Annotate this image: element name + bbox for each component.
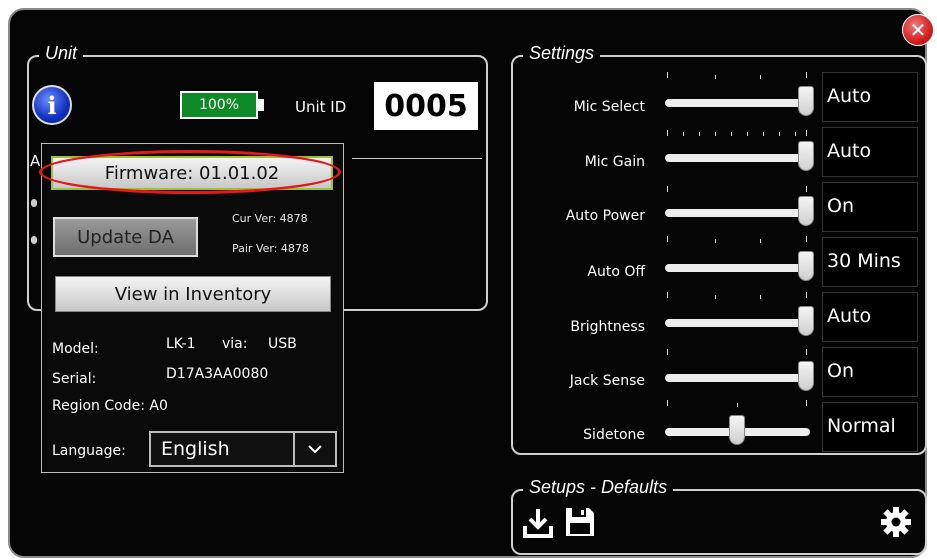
slider-tick xyxy=(806,130,807,136)
slider-tick xyxy=(667,130,668,136)
slider-tick xyxy=(737,403,738,407)
device-info-popup: Firmware: 01.01.02 Update DA Cur Ver: 48… xyxy=(39,143,344,473)
auto-power-label: Auto Power xyxy=(565,208,645,224)
pair-version-label: Pair Ver: 4878 xyxy=(232,242,309,255)
slider-tick xyxy=(806,186,807,192)
mic-gain-label: Mic Gain xyxy=(584,154,645,170)
slider-tick xyxy=(747,132,748,136)
sidetone-label: Sidetone xyxy=(583,427,645,443)
language-select[interactable]: English xyxy=(149,431,337,467)
model-value: LK-1 xyxy=(166,336,196,352)
unit-id-value: 0005 xyxy=(374,82,478,130)
language-label: Language: xyxy=(52,443,126,459)
slider-tick xyxy=(715,132,716,136)
unit-hidden-dot xyxy=(31,199,37,207)
serial-value: D17A3AA0080 xyxy=(166,366,269,382)
update-da-button[interactable]: Update DA xyxy=(53,217,198,257)
slider-tick xyxy=(760,75,761,79)
slider-tick xyxy=(683,132,684,136)
unit-hidden-dot xyxy=(31,236,37,244)
mic-gain-value: Auto xyxy=(822,127,918,177)
auto-off-label: Auto Off xyxy=(587,264,645,280)
info-icon[interactable]: i xyxy=(32,85,72,125)
slider-tick xyxy=(715,75,716,79)
close-icon[interactable]: ✕ xyxy=(902,14,934,46)
brightness-slider[interactable] xyxy=(665,319,810,327)
mic-select-slider[interactable] xyxy=(665,99,810,107)
jack-sense-slider-thumb[interactable] xyxy=(798,361,814,391)
slider-tick xyxy=(760,239,761,243)
unit-id-label: Unit ID xyxy=(295,98,347,116)
slider-tick xyxy=(667,72,668,78)
gear-icon[interactable] xyxy=(880,506,912,542)
battery-indicator: 100% xyxy=(180,91,258,119)
slider-tick xyxy=(806,349,807,355)
sidetone-value: Normal xyxy=(822,402,918,452)
slider-tick xyxy=(699,132,700,136)
model-label: Model: xyxy=(52,341,99,357)
language-value: English xyxy=(161,438,230,460)
chevron-down-icon[interactable] xyxy=(293,433,335,465)
firmware-button[interactable]: Firmware: 01.01.02 xyxy=(51,156,333,190)
view-inventory-button[interactable]: View in Inventory xyxy=(55,276,331,312)
slider-tick xyxy=(667,292,668,298)
slider-tick xyxy=(779,132,780,136)
slider-tick xyxy=(667,400,668,406)
slider-tick xyxy=(667,349,668,355)
brightness-slider-thumb[interactable] xyxy=(798,306,814,336)
slider-tick xyxy=(806,400,807,406)
brightness-value: Auto xyxy=(822,292,918,342)
mic-gain-slider-thumb[interactable] xyxy=(798,141,814,171)
slider-tick xyxy=(795,132,796,136)
via-label: via: xyxy=(222,336,248,352)
slider-tick xyxy=(715,295,716,299)
auto-power-slider-thumb[interactable] xyxy=(798,196,814,226)
slider-tick xyxy=(763,132,764,136)
region-code: Region Code: A0 xyxy=(52,398,168,414)
auto-power-value: On xyxy=(822,182,918,232)
serial-label: Serial: xyxy=(52,371,97,387)
settings-group-title: Settings xyxy=(523,43,601,64)
sidetone-slider-thumb[interactable] xyxy=(729,415,745,445)
slider-tick xyxy=(760,295,761,299)
slider-tick xyxy=(806,236,807,242)
slider-tick xyxy=(806,72,807,78)
setups-group-title: Setups - Defaults xyxy=(523,477,674,498)
slider-tick xyxy=(731,132,732,136)
auto-off-value: 30 Mins xyxy=(822,237,918,287)
save-icon[interactable] xyxy=(563,505,597,543)
download-icon[interactable] xyxy=(521,506,555,544)
mic-select-label: Mic Select xyxy=(573,99,645,115)
auto-off-slider-thumb[interactable] xyxy=(798,251,814,281)
brightness-label: Brightness xyxy=(570,319,645,335)
auto-power-slider[interactable] xyxy=(665,209,810,217)
slider-tick xyxy=(806,292,807,298)
unit-hidden-label: A xyxy=(30,152,41,170)
current-version-label: Cur Ver: 4878 xyxy=(232,212,308,225)
mic-select-value: Auto xyxy=(822,72,918,122)
battery-tip xyxy=(258,99,264,111)
via-value: USB xyxy=(268,336,297,352)
slider-tick xyxy=(667,186,668,192)
jack-sense-value: On xyxy=(822,347,918,397)
slider-tick xyxy=(715,239,716,243)
jack-sense-slider[interactable] xyxy=(665,374,810,382)
mic-select-slider-thumb[interactable] xyxy=(798,86,814,116)
unit-group-title: Unit xyxy=(39,43,84,64)
auto-off-slider[interactable] xyxy=(665,264,810,272)
jack-sense-label: Jack Sense xyxy=(569,373,645,389)
mic-gain-slider[interactable] xyxy=(665,154,810,162)
unit-separator xyxy=(352,158,482,159)
slider-tick xyxy=(667,236,668,242)
